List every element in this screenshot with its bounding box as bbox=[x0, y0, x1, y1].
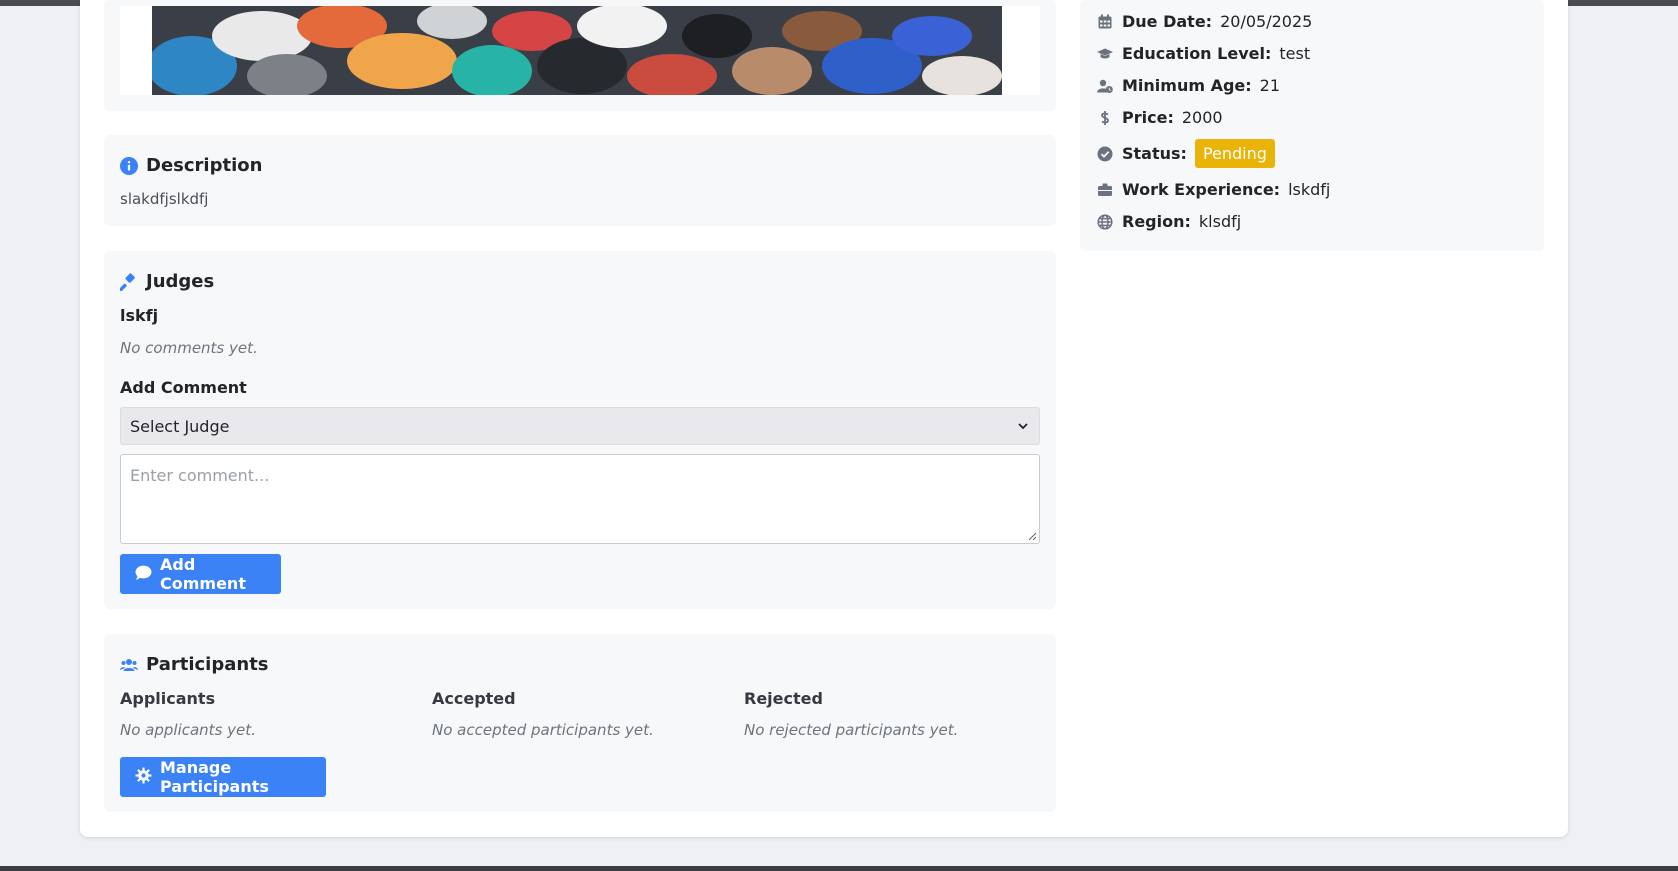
status-row: Status: Pending bbox=[1096, 139, 1275, 168]
region-row: Region: klsdfj bbox=[1096, 212, 1241, 231]
judges-heading: Judges bbox=[120, 271, 214, 292]
gear-icon bbox=[135, 767, 152, 788]
info-circle-icon bbox=[120, 156, 138, 175]
education-level-value: test bbox=[1279, 44, 1311, 63]
manage-participants-button[interactable]: Manage Participants bbox=[120, 757, 326, 797]
status-badge: Pending bbox=[1194, 139, 1275, 168]
price-value: 2000 bbox=[1181, 108, 1223, 127]
dollar-icon bbox=[1096, 109, 1114, 127]
minimum-age-label: Minimum Age: bbox=[1122, 76, 1252, 95]
select-judge-value: Select Judge bbox=[130, 416, 230, 436]
description-panel: Description slakdfjslkdfj bbox=[104, 135, 1056, 226]
work-experience-label: Work Experience: bbox=[1122, 180, 1281, 199]
judge-name: lskfj bbox=[120, 306, 159, 325]
participants-title: Participants bbox=[146, 654, 269, 675]
comment-placeholder: Enter comment... bbox=[130, 466, 270, 485]
due-date-label: Due Date: bbox=[1122, 12, 1213, 31]
education-level-row: Education Level: test bbox=[1096, 44, 1310, 63]
chevron-down-icon bbox=[1017, 417, 1029, 436]
comment-icon bbox=[135, 564, 152, 585]
region-label: Region: bbox=[1122, 212, 1191, 231]
due-date-value: 20/05/2025 bbox=[1220, 12, 1313, 31]
briefcase-icon bbox=[1096, 181, 1114, 199]
add-comment-button-label: Add Comment bbox=[160, 555, 246, 593]
check-circle-icon bbox=[1096, 145, 1114, 163]
select-judge-dropdown[interactable]: Select Judge bbox=[120, 407, 1040, 445]
description-heading: Description bbox=[120, 155, 262, 176]
region-value: klsdfj bbox=[1198, 212, 1242, 231]
resize-grip-icon[interactable] bbox=[1027, 531, 1037, 541]
education-level-label: Education Level: bbox=[1122, 44, 1272, 63]
price-label: Price: bbox=[1122, 108, 1174, 127]
accepted-empty-text: No accepted participants yet. bbox=[432, 721, 654, 739]
add-comment-button[interactable]: Add Comment bbox=[120, 554, 281, 594]
accepted-heading: Accepted bbox=[432, 689, 516, 708]
work-experience-value: lskdfj bbox=[1288, 180, 1331, 199]
price-row: Price: 2000 bbox=[1096, 108, 1223, 127]
add-comment-label: Add Comment bbox=[120, 378, 247, 397]
rejected-heading: Rejected bbox=[744, 689, 823, 708]
minimum-age-row: Minimum Age: 21 bbox=[1096, 76, 1280, 95]
globe-icon bbox=[1096, 213, 1114, 231]
applicants-heading: Applicants bbox=[120, 689, 216, 708]
work-experience-row: Work Experience: lskdfj bbox=[1096, 180, 1330, 199]
due-date-row: Due Date: 20/05/2025 bbox=[1096, 12, 1312, 31]
details-panel: Due Date: 20/05/2025 Education Level: te… bbox=[1080, 0, 1544, 251]
applicants-empty-text: No applicants yet. bbox=[120, 721, 256, 739]
no-comments-text: No comments yet. bbox=[120, 339, 258, 357]
comment-textarea[interactable]: Enter comment... bbox=[120, 454, 1040, 544]
judges-panel: Judges lskfj No comments yet. Add Commen… bbox=[104, 251, 1056, 609]
user-clock-icon bbox=[1096, 77, 1114, 95]
participants-panel: Participants Applicants No applicants ye… bbox=[104, 634, 1056, 812]
participants-heading: Participants bbox=[120, 654, 269, 675]
calendar-icon bbox=[1096, 13, 1114, 31]
judges-title: Judges bbox=[146, 271, 215, 292]
shoes-photo bbox=[152, 6, 1002, 95]
description-title: Description bbox=[146, 155, 263, 176]
graduation-cap-icon bbox=[1096, 45, 1114, 63]
rejected-empty-text: No rejected participants yet. bbox=[744, 721, 959, 739]
minimum-age-value: 21 bbox=[1259, 76, 1281, 95]
status-label: Status: bbox=[1122, 144, 1187, 163]
users-icon bbox=[120, 656, 138, 674]
gavel-icon bbox=[120, 272, 138, 291]
browser-bottom-edge bbox=[0, 866, 1678, 871]
cover-image bbox=[120, 6, 1040, 95]
manage-participants-label: Manage Participants bbox=[160, 758, 269, 796]
description-text: slakdfjslkdfj bbox=[120, 190, 209, 208]
